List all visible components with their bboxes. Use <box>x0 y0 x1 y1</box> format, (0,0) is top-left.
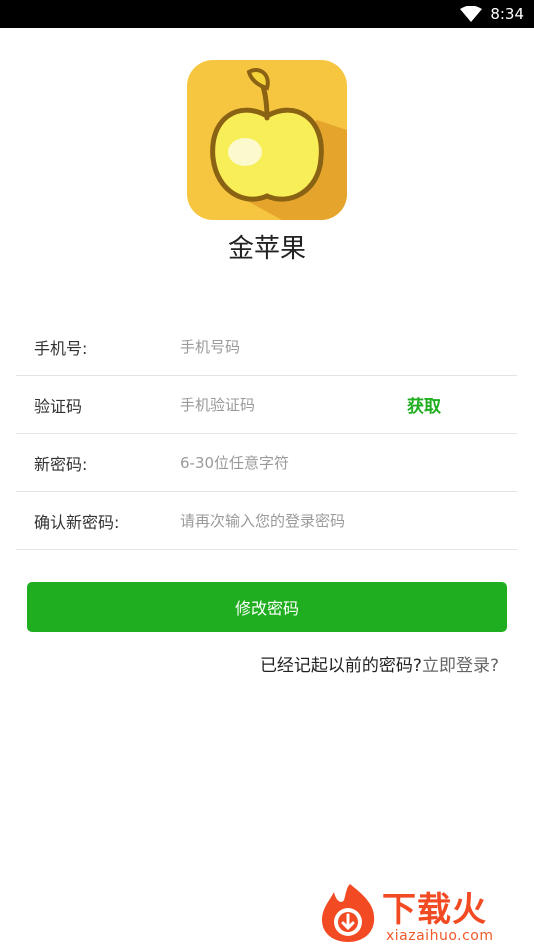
watermark: 下载火 xiazaihuo.com <box>316 880 530 946</box>
phone-input[interactable] <box>180 337 390 356</box>
app-name: 金苹果 <box>227 234 306 264</box>
watermark-brand: 下载火 <box>382 890 487 930</box>
code-label: 验证码 <box>34 396 83 416</box>
change-password-button[interactable]: 修改密码 <box>27 582 507 632</box>
code-input[interactable] <box>180 395 390 414</box>
login-prompt-text: 已经记起以前的密码? <box>259 656 422 676</box>
get-code-button[interactable]: 获取 <box>407 392 441 417</box>
reset-password-form: 手机号: 验证码 获取 新密码: 确认新密码: <box>16 318 517 550</box>
confirm-password-input[interactable] <box>180 511 390 530</box>
login-prompt: 已经记起以前的密码?立即登录? <box>260 651 499 676</box>
phone-row: 手机号: <box>16 318 517 376</box>
phone-label: 手机号: <box>34 338 88 358</box>
watermark-url: xiazaihuo.com <box>386 928 494 944</box>
status-bar: 8:34 <box>0 0 534 28</box>
confirm-password-row: 确认新密码: <box>16 492 517 550</box>
status-time: 8:34 <box>490 5 524 23</box>
new-password-label: 新密码: <box>34 454 88 474</box>
login-link[interactable]: 立即登录? <box>422 656 499 676</box>
wifi-icon <box>460 6 483 22</box>
confirm-password-label: 确认新密码: <box>34 512 120 532</box>
new-password-row: 新密码: <box>16 434 517 492</box>
download-flame-icon <box>322 884 375 942</box>
new-password-input[interactable] <box>180 453 390 472</box>
code-row: 验证码 获取 <box>16 376 517 434</box>
golden-apple-icon <box>187 60 347 220</box>
